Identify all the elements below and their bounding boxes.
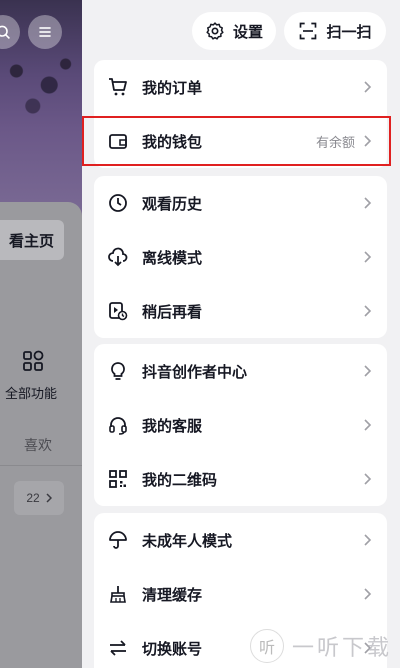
cloud-download-icon (108, 247, 128, 267)
scan-label: 扫一扫 (326, 23, 372, 41)
headset-icon (108, 415, 128, 435)
menu-item-orders[interactable]: 我的订单 (94, 60, 387, 114)
menu-item-label: 清理缓存 (142, 586, 203, 604)
menu-item-label: 我的订单 (142, 79, 203, 97)
menu-item-history[interactable]: 观看历史 (94, 176, 387, 230)
settings-label: 设置 (232, 23, 263, 41)
watermark-logo: 听 (250, 629, 284, 663)
watermark-text: 一听下载 (292, 635, 393, 660)
menu-item-clear-cache[interactable]: 清理缓存 (94, 567, 387, 621)
chevron-right-icon (364, 419, 372, 431)
menu-icon[interactable] (28, 15, 62, 49)
all-functions-icon[interactable] (22, 350, 44, 372)
card-services: 抖音创作者中心 我的客服 我的二维码 (94, 344, 387, 506)
lightbulb-icon (108, 361, 128, 381)
view-homepage-button[interactable]: 看主页 (0, 220, 64, 260)
menu-item-label: 稍后再看 (142, 303, 203, 321)
menu-item-label: 我的钱包 (142, 133, 203, 151)
wallet-icon (108, 131, 128, 151)
chevron-right-icon (364, 81, 372, 93)
menu-item-watch-later[interactable]: 稍后再看 (94, 284, 387, 338)
chevron-right-icon (364, 534, 372, 546)
background-profile-page: 看主页 全部功能 喜欢 22 (0, 0, 82, 668)
likes-tab[interactable]: 喜欢 (24, 435, 52, 455)
cart-icon (108, 77, 128, 97)
gear-icon (206, 22, 224, 40)
menu-item-label: 观看历史 (142, 195, 203, 213)
menu-item-qr-code[interactable]: 我的二维码 (94, 452, 387, 506)
count-chip[interactable]: 22 (14, 481, 64, 515)
qr-code-icon (108, 469, 128, 489)
card-shopping: 我的订单 我的钱包 有余额 (94, 60, 387, 168)
menu-item-teen-mode[interactable]: 未成年人模式 (94, 513, 387, 567)
menu-item-label: 切换账号 (142, 640, 203, 658)
all-functions-label[interactable]: 全部功能 (5, 383, 57, 402)
divider (0, 465, 82, 466)
umbrella-icon (108, 530, 128, 550)
chevron-right-icon (364, 473, 372, 485)
broom-icon (108, 584, 128, 604)
switch-arrows-icon (108, 638, 128, 658)
watch-later-icon (108, 301, 128, 321)
chevron-right-icon (364, 305, 372, 317)
scan-button[interactable]: 扫一扫 (284, 12, 386, 50)
menu-item-creator-center[interactable]: 抖音创作者中心 (94, 344, 387, 398)
chevron-right-icon (364, 365, 372, 377)
menu-item-label: 未成年人模式 (142, 532, 233, 550)
wallet-balance-hint: 有余额 (315, 134, 355, 150)
card-viewing: 观看历史 离线模式 稍后再看 (94, 176, 387, 338)
settings-button[interactable]: 设置 (192, 12, 276, 50)
menu-item-offline[interactable]: 离线模式 (94, 230, 387, 284)
chevron-right-icon (364, 197, 372, 209)
watermark: 听 一听下载 (250, 624, 400, 668)
side-drawer: 设置 扫一扫 我的订单 我的钱包 有余额 观看历史 离线模式 稍后再看 抖音创作… (82, 0, 400, 668)
scan-icon (300, 22, 317, 40)
clock-icon (108, 193, 128, 213)
menu-item-label: 抖音创作者中心 (142, 363, 248, 381)
menu-item-label: 离线模式 (142, 249, 203, 267)
chevron-right-icon (364, 135, 372, 147)
menu-item-label: 我的客服 (142, 417, 203, 435)
chevron-right-icon (46, 493, 52, 503)
chevron-right-icon (364, 251, 372, 263)
chevron-right-icon (364, 588, 372, 600)
menu-item-label: 我的二维码 (142, 471, 218, 489)
menu-item-wallet[interactable]: 我的钱包 有余额 (94, 114, 387, 168)
menu-item-customer-service[interactable]: 我的客服 (94, 398, 387, 452)
